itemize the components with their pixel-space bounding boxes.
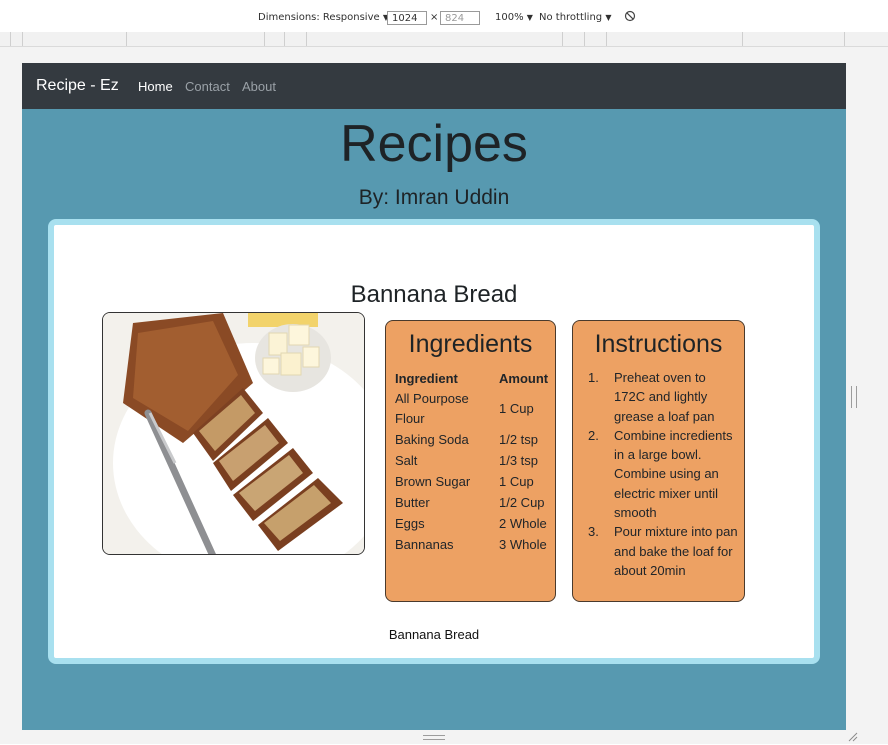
chevron-down-icon: ▼ [605,13,612,22]
ingredients-table: Ingredient Amount All Pourpose Flour 1 C… [395,369,555,555]
ingredient-name: Eggs [395,516,425,531]
column-header-ingredient: Ingredient [395,371,458,386]
zoom-label: 100% [495,12,524,23]
zoom-dropdown[interactable]: 100% ▼ [495,12,533,23]
instructions-heading: Instructions [594,330,723,358]
ingredient-name: Butter [395,495,430,510]
width-input[interactable]: 1024 [387,11,427,25]
brand-link[interactable]: Recipe - Ez [36,77,119,95]
nav-link-contact[interactable]: Contact [185,79,230,94]
page-title: Recipes [340,115,528,173]
ingredient-name: Bannanas [395,537,454,552]
ingredient-amount: 1 Cup [499,474,534,489]
dimensions-label: Dimensions: Responsive [258,12,380,23]
step-text: Preheat oven to 172C and lightly grease … [614,370,715,424]
instructions-panel: Instructions 1. Preheat oven to 172C and… [572,320,745,602]
ingredient-name: Salt [395,453,418,468]
dimension-separator: × [430,12,439,23]
width-resize-handle[interactable] [851,386,857,408]
height-input[interactable]: 824 [440,11,480,25]
ingredient-amount: 1/2 tsp [499,432,539,447]
ingredients-panel: Ingredients Ingredient Amount All Pourpo… [385,320,556,602]
ingredient-amount: 3 Whole [499,537,547,552]
ingredient-amount: 1 Cup [499,401,534,416]
recipe-card: Bannana Bread Ingredients Ingredient Amo… [48,219,820,664]
list-item: 2. Combine incredients in a large bowl. … [588,426,738,522]
table-header-row: Ingredient Amount [395,369,555,389]
corner-resize-icon[interactable] [846,730,858,742]
table-row: Bannanas 3 Whole [395,535,555,555]
nav-link-home[interactable]: Home [138,79,173,94]
ingredient-name: Baking Soda [395,432,469,447]
dimensions-dropdown[interactable]: Dimensions: Responsive ▼ [258,12,389,23]
rotate-icon[interactable] [624,10,636,25]
table-row: Baking Soda 1/2 tsp [395,430,555,450]
nav-link-about[interactable]: About [242,79,276,94]
column-header-amount: Amount [499,371,549,386]
throttling-label: No throttling [539,12,603,23]
throttling-dropdown[interactable]: No throttling ▼ [539,12,611,23]
navbar: Recipe - Ez Home Contact About [22,63,846,109]
list-item: 3. Pour mixture into pan and bake the lo… [588,522,738,580]
ingredient-name: All Pourpose Flour [395,391,469,426]
table-row: Eggs 2 Whole [395,514,555,534]
table-row: Butter 1/2 Cup [395,493,555,513]
list-item: 1. Preheat oven to 172C and lightly grea… [588,368,738,426]
page-subtitle: By: Imran Uddin [358,186,510,209]
media-query-ruler[interactable] [0,32,888,47]
devtools-device-toolbar: Dimensions: Responsive ▼ 1024 × 824 100%… [0,0,888,33]
step-text: Pour mixture into pan and bake the loaf … [614,524,738,578]
ingredients-heading: Ingredients [408,330,533,358]
instructions-list: 1. Preheat oven to 172C and lightly grea… [588,368,738,580]
table-row: All Pourpose Flour 1 Cup [395,389,555,429]
step-number: 1. [588,370,599,385]
recipe-caption: Bannana Bread [388,627,480,642]
recipe-title: Bannana Bread [350,281,518,308]
step-number: 3. [588,524,599,540]
step-number: 2. [588,427,599,443]
page-viewport: Recipe - Ez Home Contact About Recipes B… [22,63,846,730]
ingredient-amount: 1/3 tsp [499,453,539,468]
ingredient-name: Brown Sugar [395,474,471,489]
ingredient-amount: 1/2 Cup [499,495,545,510]
ingredient-amount: 2 Whole [499,516,547,531]
table-row: Salt 1/3 tsp [395,451,555,471]
height-resize-handle[interactable] [423,735,445,740]
step-text: Combine incredients in a large bowl. Com… [614,427,733,521]
banana-bread-image [102,312,365,555]
table-row: Brown Sugar 1 Cup [395,472,555,492]
chevron-down-icon: ▼ [526,13,533,22]
